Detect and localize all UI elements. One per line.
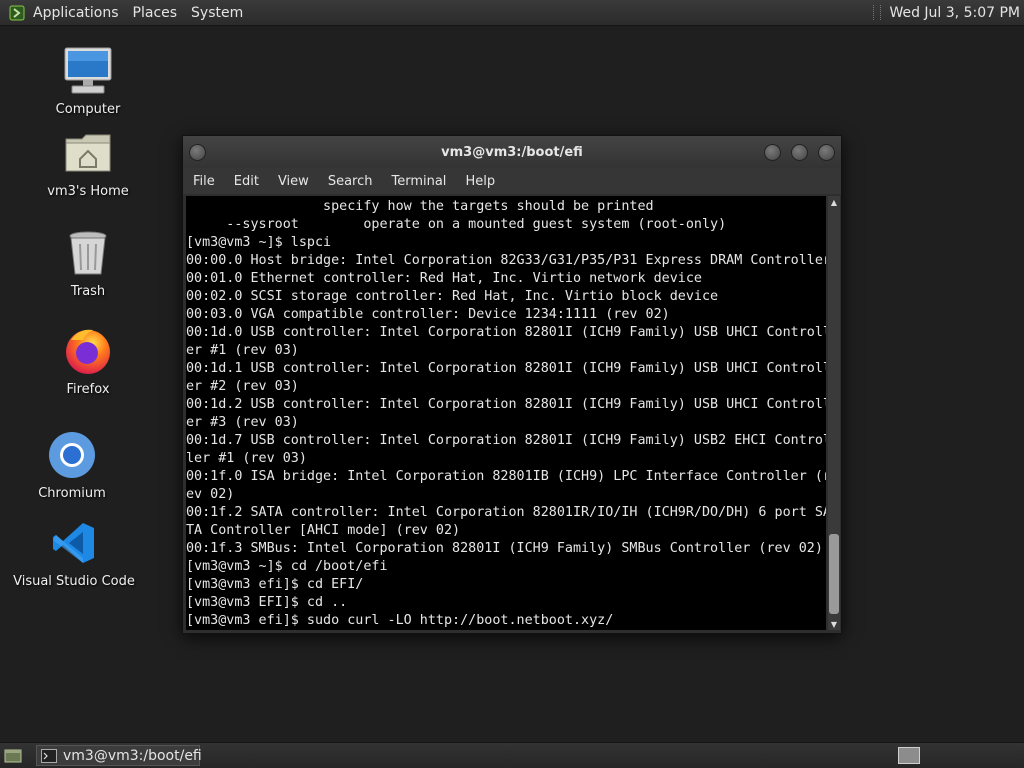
show-desktop-icon[interactable] — [4, 748, 22, 764]
terminal-output[interactable]: specify how the targets should be printe… — [186, 196, 826, 630]
terminal-icon — [41, 748, 57, 763]
menu-edit[interactable]: Edit — [234, 174, 259, 189]
menu-file[interactable]: File — [193, 174, 215, 189]
home-folder-icon — [61, 126, 115, 180]
desktop-icon-trash[interactable]: Trash — [18, 226, 158, 299]
system-menu[interactable]: System — [191, 5, 243, 21]
top-panel: Applications Places System Wed Jul 3, 5:… — [0, 0, 1024, 26]
menu-terminal[interactable]: Terminal — [391, 174, 446, 189]
desktop-icon-label: Visual Studio Code — [13, 574, 135, 589]
workspace-switcher[interactable] — [898, 747, 920, 764]
desktop-icon-home[interactable]: vm3's Home — [18, 126, 158, 199]
chromium-icon — [45, 428, 99, 482]
desktop-icon-vscode[interactable]: Visual Studio Code — [4, 516, 144, 589]
desktop-icon-chromium[interactable]: Chromium — [2, 428, 142, 501]
panel-separator — [873, 5, 882, 20]
taskbar-window-button[interactable]: vm3@vm3:/boot/efi — [36, 745, 202, 766]
bottom-panel: vm3@vm3:/boot/efi — [0, 742, 1024, 768]
trash-icon — [61, 226, 115, 280]
taskbar-window-label: vm3@vm3:/boot/efi — [63, 747, 202, 764]
maximize-button[interactable] — [791, 144, 808, 161]
scroll-up-arrow-icon[interactable]: ▲ — [828, 196, 840, 208]
desktop-icon-computer[interactable]: Computer — [18, 44, 158, 117]
desktop-icon-label: Computer — [55, 102, 121, 117]
terminal-menubar: File Edit View Search Terminal Help — [183, 168, 841, 194]
window-title: vm3@vm3:/boot/efi — [441, 144, 583, 160]
applications-menu-icon[interactable] — [8, 4, 25, 21]
desktop-icon-label: Trash — [70, 284, 106, 299]
terminal-scrollbar[interactable]: ▲ ▼ — [828, 196, 840, 630]
computer-icon — [61, 44, 115, 98]
window-menu-button[interactable] — [189, 144, 206, 161]
menu-view[interactable]: View — [278, 174, 309, 189]
clock[interactable]: Wed Jul 3, 5:07 PM — [889, 5, 1020, 21]
desktop-icon-firefox[interactable]: Firefox — [18, 324, 158, 397]
firefox-icon — [61, 324, 115, 378]
places-menu[interactable]: Places — [133, 5, 178, 21]
clock-area: Wed Jul 3, 5:07 PM — [873, 0, 1024, 25]
window-titlebar[interactable]: vm3@vm3:/boot/efi — [183, 136, 841, 168]
menu-search[interactable]: Search — [328, 174, 373, 189]
scroll-down-arrow-icon[interactable]: ▼ — [828, 618, 840, 630]
applications-menu[interactable]: Applications — [33, 5, 119, 21]
desktop-icon-label: Chromium — [38, 486, 106, 501]
vscode-icon — [47, 516, 101, 570]
terminal-window[interactable]: vm3@vm3:/boot/efi File Edit View Search … — [182, 135, 842, 634]
desktop-icon-label: vm3's Home — [47, 184, 129, 199]
scrollbar-thumb[interactable] — [829, 534, 839, 614]
close-button[interactable] — [818, 144, 835, 161]
terminal-text: specify how the targets should be printe… — [186, 199, 826, 628]
minimize-button[interactable] — [764, 144, 781, 161]
desktop-icon-label: Firefox — [66, 382, 110, 397]
menu-help[interactable]: Help — [465, 174, 495, 189]
